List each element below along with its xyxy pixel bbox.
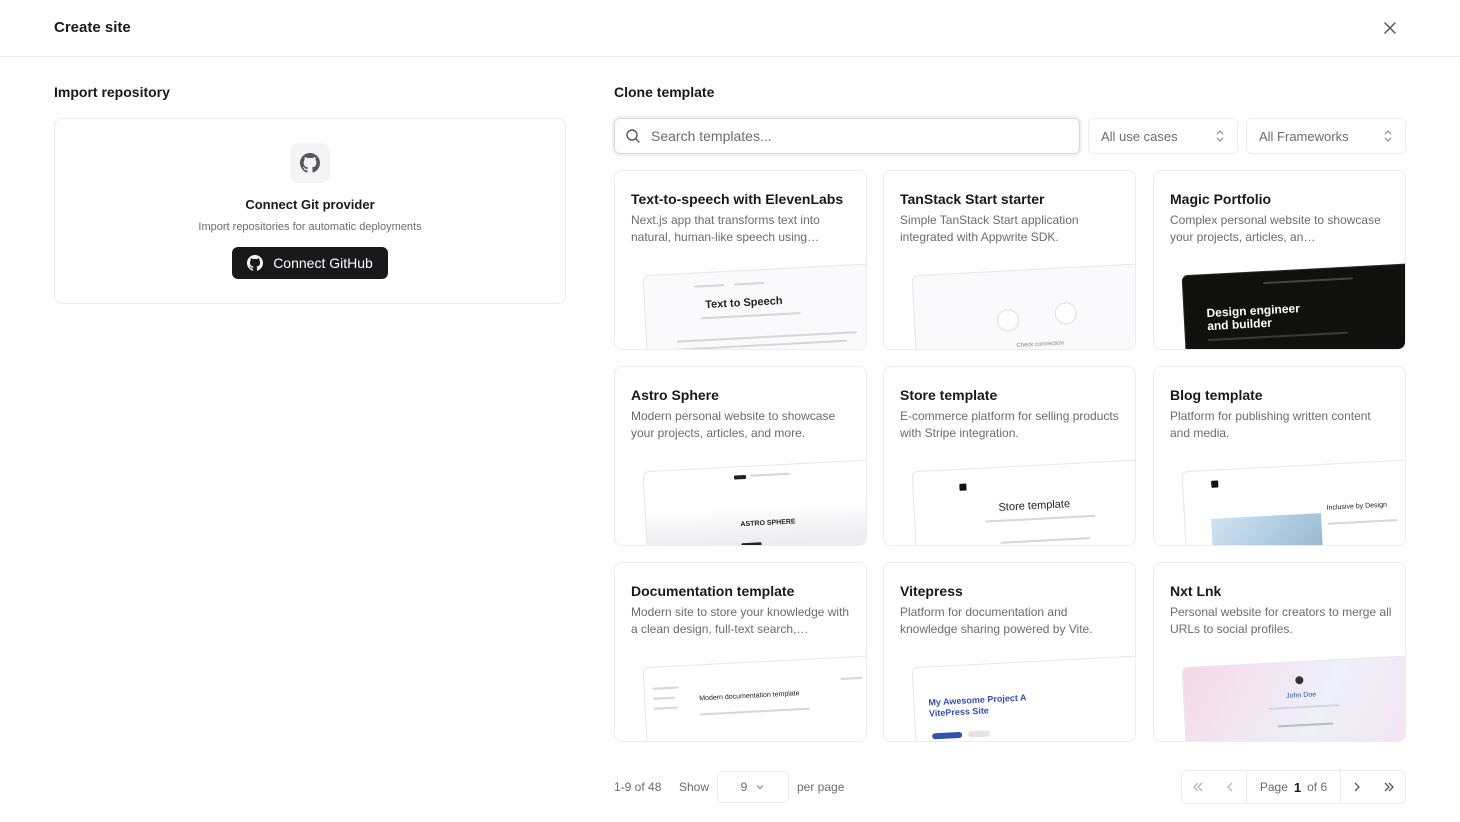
github-icon — [247, 255, 264, 271]
github-icon — [300, 153, 320, 173]
template-card-vitepress[interactable]: Vitepress Platform for documentation and… — [883, 562, 1136, 742]
chevrons-right-icon — [1384, 782, 1394, 792]
preview-heading: Text to Speech — [704, 295, 783, 312]
template-preview-image: ASTRO SPHERE — [642, 458, 866, 545]
pagination-control: Page 1 of 6 — [1181, 770, 1406, 804]
template-card-title: Text-to-speech with ElevenLabs — [631, 191, 844, 207]
modal-header: Create site — [0, 0, 1460, 57]
connect-git-subtitle: Import repositories for automatic deploy… — [198, 221, 422, 233]
connect-github-button[interactable]: Connect GitHub — [232, 247, 388, 279]
chevron-left-icon — [1227, 782, 1233, 792]
preview-heading: Check connection — [1016, 340, 1065, 349]
template-card-title: Blog template — [1170, 387, 1263, 403]
per-page-label: per page — [797, 780, 845, 794]
preview-heading: Modern documentation template — [699, 690, 800, 703]
total-pages: of 6 — [1307, 780, 1328, 794]
template-card-description: E-commerce platform for selling products… — [900, 409, 1119, 440]
preview-heading: Inclusive by Design — [1326, 501, 1388, 512]
template-preview-image: John Doe — [1181, 654, 1405, 741]
chevron-right-icon — [1354, 782, 1360, 792]
template-card-description: Modern personal website to showcase your… — [631, 409, 836, 440]
template-card-title: TanStack Start starter — [900, 191, 1045, 207]
template-card-title: Vitepress — [900, 583, 963, 599]
next-page-button[interactable] — [1341, 771, 1373, 803]
preview-heading: My Awesome Project A VitePress Site — [928, 692, 1027, 719]
template-card-tanstack[interactable]: TanStack Start starter Simple TanStack S… — [883, 170, 1136, 350]
framework-select-value: All Frameworks — [1259, 128, 1349, 144]
search-icon — [625, 128, 641, 144]
use-case-select[interactable]: All use cases — [1088, 118, 1238, 154]
preview-heading: John Doe — [1286, 691, 1317, 700]
current-page: 1 — [1293, 779, 1302, 795]
previous-page-button[interactable] — [1214, 771, 1246, 803]
template-card-description: Platform for publishing written content … — [1170, 409, 1371, 440]
last-page-button[interactable] — [1373, 771, 1405, 803]
preview-heading: Design engineer and builder — [1206, 301, 1301, 334]
template-card-description: Platform for documentation and knowledge… — [900, 605, 1093, 636]
chevrons-left-icon — [1193, 782, 1203, 792]
template-card-text-to-speech[interactable]: Text-to-speech with ElevenLabs Next.js a… — [614, 170, 867, 350]
framework-select[interactable]: All Frameworks — [1246, 118, 1406, 154]
template-card-title: Documentation template — [631, 583, 795, 599]
git-provider-card: Connect Git provider Import repositories… — [54, 118, 566, 304]
template-preview-image: Modern documentation template — [642, 654, 866, 741]
close-button[interactable] — [1378, 16, 1402, 40]
template-card-title: Magic Portfolio — [1170, 191, 1272, 207]
results-range: 1-9 of 48 — [614, 780, 662, 794]
template-card-astro-sphere[interactable]: Astro Sphere Modern personal website to … — [614, 366, 867, 546]
template-card-store[interactable]: Store template E-commerce platform for s… — [883, 366, 1136, 546]
template-preview-image: Design engineer and builder — [1181, 262, 1405, 349]
template-card-description: Personal website for creators to merge a… — [1170, 605, 1392, 636]
github-icon-container — [290, 143, 330, 183]
preview-heading: ASTRO SPHERE — [740, 518, 796, 529]
show-label: Show — [679, 780, 710, 794]
template-card-description: Modern site to store your knowledge with… — [631, 605, 850, 636]
template-card-title: Store template — [900, 387, 998, 403]
close-icon — [1384, 22, 1396, 34]
search-input[interactable] — [651, 128, 1051, 144]
per-page-select[interactable]: 9 — [717, 771, 789, 803]
template-card-title: Astro Sphere — [631, 387, 719, 403]
template-preview-image: Check connection — [911, 262, 1135, 349]
page-indicator: Page 1 of 6 — [1246, 771, 1341, 803]
template-card-description: Complex personal website to showcase you… — [1170, 213, 1381, 244]
import-section-title: Import repository — [54, 84, 170, 100]
chevron-up-down-icon — [1216, 130, 1224, 142]
template-search — [614, 118, 1080, 154]
template-preview-image: Inclusive by Design — [1181, 458, 1405, 545]
use-case-select-value: All use cases — [1101, 128, 1178, 144]
template-preview-image: Text to Speech — [642, 262, 866, 349]
modal-title: Create site — [54, 19, 131, 36]
first-page-button[interactable] — [1182, 771, 1214, 803]
chevron-down-icon — [756, 785, 764, 790]
template-card-description: Next.js app that transforms text into na… — [631, 213, 820, 244]
preview-heading: Store template — [998, 498, 1071, 514]
template-preview-image: My Awesome Project A VitePress Site — [911, 654, 1135, 741]
chevron-up-down-icon — [1384, 130, 1392, 142]
template-card-blog[interactable]: Blog template Platform for publishing wr… — [1153, 366, 1406, 546]
clone-section-title: Clone template — [614, 84, 715, 100]
per-page-value: 9 — [740, 780, 748, 794]
template-card-title: Nxt Lnk — [1170, 583, 1222, 599]
connect-git-title: Connect Git provider — [245, 197, 375, 212]
template-card-nxt-lnk[interactable]: Nxt Lnk Personal website for creators to… — [1153, 562, 1406, 742]
connect-github-label: Connect GitHub — [273, 255, 373, 271]
page-label: Page — [1259, 780, 1288, 794]
template-card-magic-portfolio[interactable]: Magic Portfolio Complex personal website… — [1153, 170, 1406, 350]
template-card-description: Simple TanStack Start application integr… — [900, 213, 1079, 244]
template-card-documentation[interactable]: Documentation template Modern site to st… — [614, 562, 867, 742]
template-preview-image: Store template — [911, 458, 1135, 545]
